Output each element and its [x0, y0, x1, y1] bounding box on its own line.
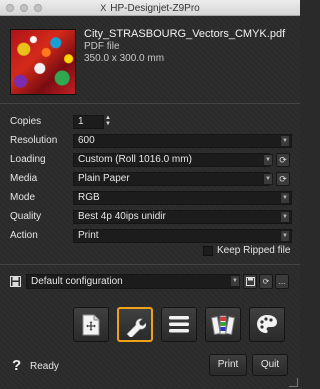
resolution-label: Resolution	[10, 135, 58, 146]
resolution-row: Resolution 600 ▼	[10, 134, 292, 149]
chevron-down-icon[interactable]: ▼	[280, 211, 290, 223]
action-label: Action	[10, 230, 38, 241]
title-bar: X HP-Designjet-Z9Pro	[0, 0, 300, 16]
palette-button[interactable]	[249, 307, 285, 342]
chevron-down-icon[interactable]: ▼	[263, 154, 273, 166]
copies-input[interactable]: 1	[73, 115, 104, 129]
window-zoom-control[interactable]	[34, 4, 42, 12]
keep-ripped-checkbox[interactable]	[203, 246, 213, 256]
copies-label: Copies	[10, 116, 42, 127]
menu-list-button[interactable]	[161, 307, 197, 342]
action-select[interactable]: Print	[73, 229, 292, 243]
chevron-down-icon[interactable]: ▼	[263, 173, 273, 185]
loading-select[interactable]: Custom (Roll 1016.0 mm)	[73, 153, 270, 167]
document-thumbnail	[10, 29, 76, 95]
help-button[interactable]: ?	[12, 357, 21, 374]
wrench-icon	[126, 318, 147, 339]
add-page-button[interactable]	[73, 307, 109, 342]
stepper-down-icon[interactable]: ▼	[104, 121, 112, 127]
loading-label: Loading	[10, 154, 46, 165]
mode-row: Mode RGB ▼	[10, 191, 292, 206]
app-window: City_STRASBOURG_Vectors_CMYK.pdf PDF fil…	[0, 16, 300, 389]
file-size: 350.0 x 300.0 mm	[84, 53, 165, 64]
chevron-down-icon[interactable]: ▼	[280, 135, 290, 147]
media-row: Media Plain Paper ▼ ⟳	[10, 172, 292, 187]
chevron-down-icon[interactable]: ▼	[230, 275, 240, 287]
window-title: HP-Designjet-Z9Pro	[110, 3, 200, 14]
palette-icon	[257, 315, 277, 333]
action-row: Action Print ▼	[10, 229, 292, 244]
print-button[interactable]: Print	[209, 354, 247, 376]
status-text: Ready	[30, 361, 59, 372]
file-type: PDF file	[84, 41, 120, 52]
settings-wrench-button[interactable]	[117, 307, 153, 342]
menu-list-icon	[169, 316, 189, 333]
mode-label: Mode	[10, 192, 36, 203]
chevron-down-icon[interactable]: ▼	[280, 230, 290, 242]
color-swatches-button[interactable]	[205, 307, 241, 342]
divider	[0, 264, 300, 265]
window-close-control[interactable]	[6, 4, 14, 12]
loading-row: Loading Custom (Roll 1016.0 mm) ▼ ⟳	[10, 153, 292, 168]
window-minimize-control[interactable]	[20, 4, 28, 12]
file-name: City_STRASBOURG_Vectors_CMYK.pdf	[84, 28, 286, 40]
refresh-icon[interactable]: ⟳	[276, 153, 290, 167]
copies-row: Copies 1 ▲ ▼	[10, 115, 292, 130]
x11-icon: X	[100, 3, 107, 13]
file-info-panel: City_STRASBOURG_Vectors_CMYK.pdf PDF fil…	[0, 16, 300, 104]
mode-select[interactable]: RGB	[73, 191, 292, 205]
more-options-button[interactable]: ...	[275, 274, 289, 289]
save-icon[interactable]	[243, 274, 257, 289]
configuration-select[interactable]: Default configuration	[26, 274, 240, 289]
color-swatches-icon	[210, 315, 236, 335]
refresh-icon[interactable]: ⟳	[276, 172, 290, 186]
quality-label: Quality	[10, 211, 42, 222]
media-label: Media	[10, 173, 38, 184]
quality-select[interactable]: Best 4p 40ips unidir	[73, 210, 292, 224]
copies-stepper[interactable]: ▲ ▼	[104, 115, 112, 129]
resolution-select[interactable]: 600	[73, 134, 292, 148]
quit-button[interactable]: Quit	[252, 354, 288, 376]
media-select[interactable]: Plain Paper	[73, 172, 270, 186]
quality-row: Quality Best 4p 40ips unidir ▼	[10, 210, 292, 225]
chevron-down-icon[interactable]: ▼	[280, 192, 290, 204]
refresh-icon[interactable]: ⟳	[259, 274, 273, 289]
resize-grip[interactable]	[289, 378, 298, 387]
save-config-icon	[10, 276, 21, 290]
configuration-row: Default configuration ▼ ⟳ ...	[10, 274, 290, 290]
keep-ripped-label: Keep Ripped file	[217, 245, 291, 256]
add-page-icon	[82, 314, 100, 336]
